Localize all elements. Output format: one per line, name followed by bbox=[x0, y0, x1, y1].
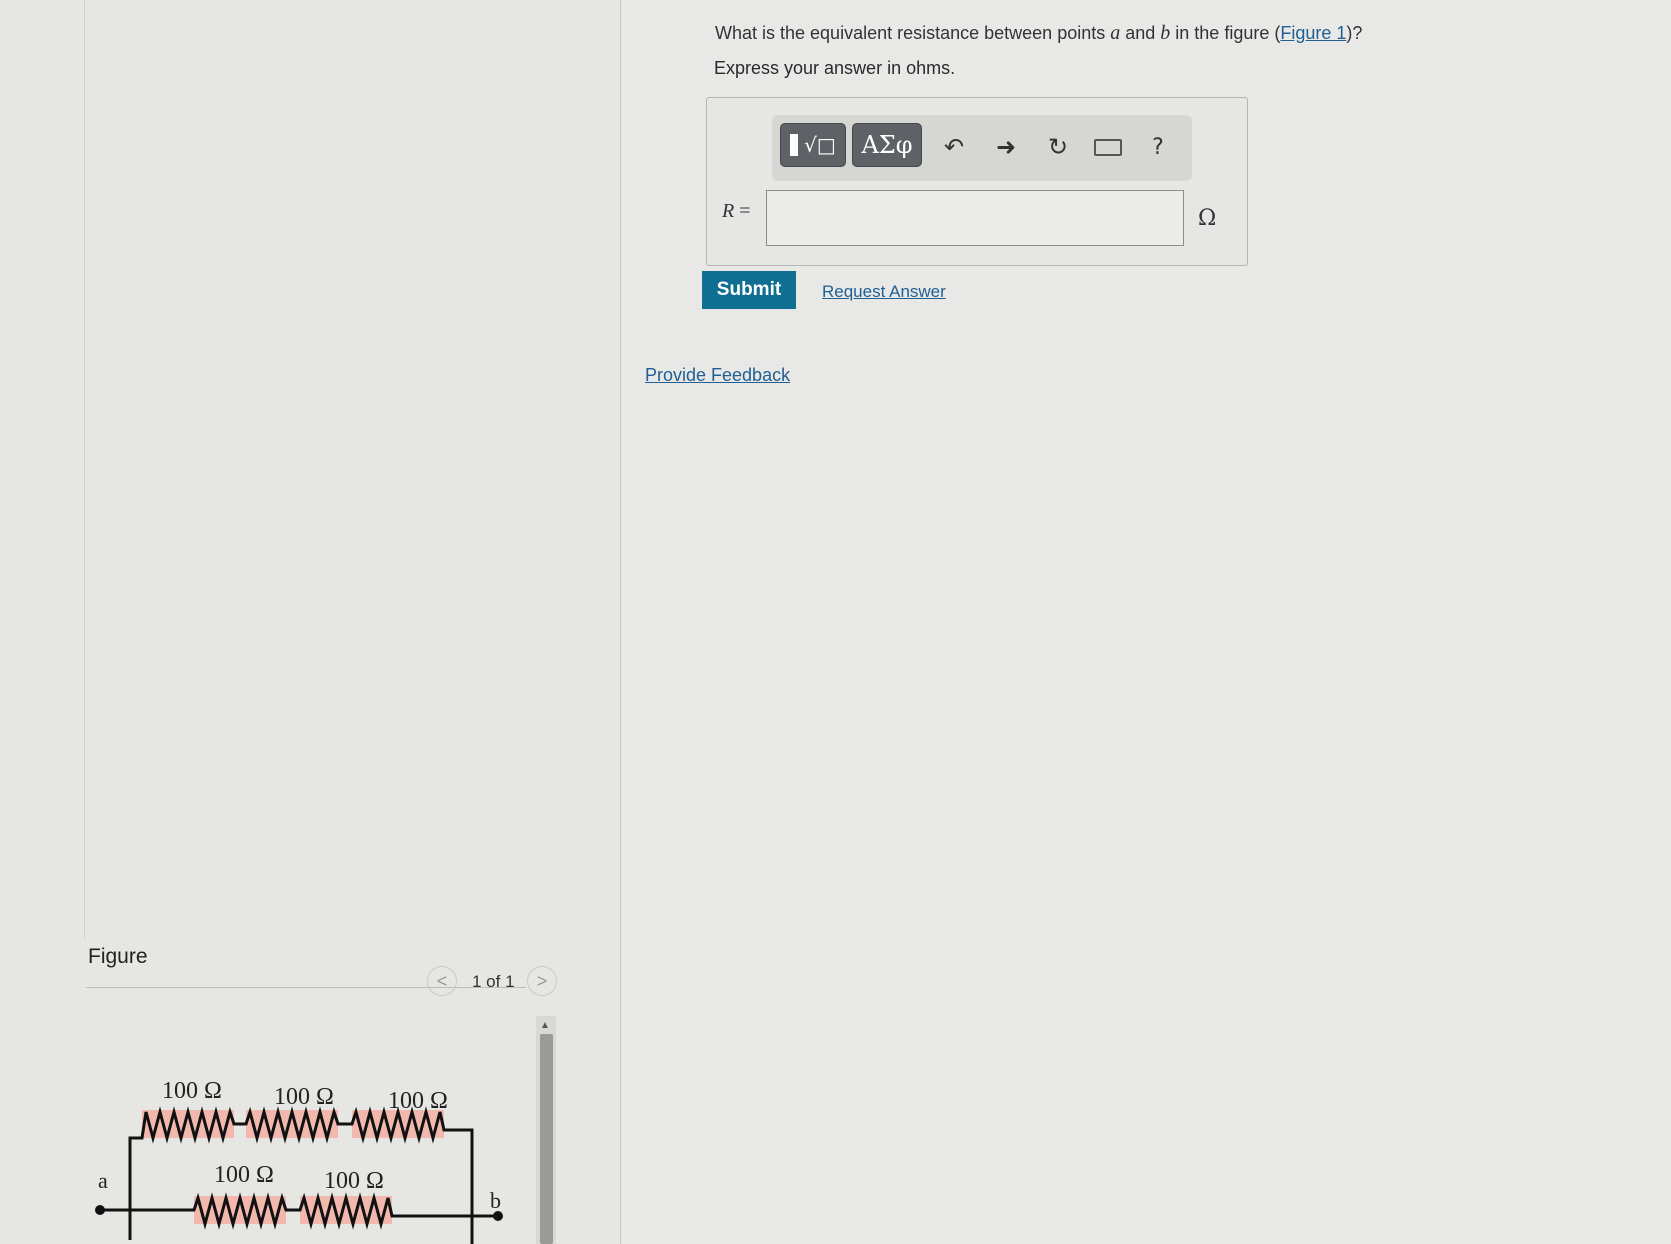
scroll-thumb[interactable] bbox=[540, 1034, 553, 1244]
figure-link[interactable]: Figure 1 bbox=[1280, 23, 1346, 43]
bottom-resistor-1-label: 100 Ω bbox=[214, 1162, 274, 1188]
node-a-label: a bbox=[98, 1168, 108, 1193]
circuit-diagram: 100 Ω 100 Ω 100 Ω 100 Ω 100 Ω a b bbox=[95, 1078, 503, 1244]
template-button[interactable]: √□ bbox=[780, 123, 846, 167]
unit-label: Ω bbox=[1198, 206, 1217, 231]
answer-label: R = bbox=[722, 200, 751, 222]
question-text: What is the equivalent resistance betwee… bbox=[715, 22, 1363, 44]
bottom-branch bbox=[100, 1192, 498, 1230]
bottom-resistor-2-label: 100 Ω bbox=[324, 1168, 384, 1194]
node-a-dot bbox=[95, 1205, 105, 1215]
help-icon[interactable]: ? bbox=[1140, 129, 1176, 165]
top-resistor-3-label: 100 Ω bbox=[388, 1088, 448, 1114]
math-toolbar: √□ ΑΣφ ↶ ➜ ↻ ? bbox=[772, 115, 1192, 181]
request-answer-link[interactable]: Request Answer bbox=[822, 282, 946, 302]
answer-input[interactable] bbox=[766, 190, 1184, 246]
undo-icon[interactable]: ↶ bbox=[936, 129, 972, 165]
cursor-block-icon bbox=[790, 134, 799, 156]
redo-icon[interactable]: ➜ bbox=[988, 129, 1024, 165]
var-a: a bbox=[1110, 22, 1121, 44]
node-b-label: b bbox=[490, 1188, 501, 1213]
prev-figure-button[interactable]: < bbox=[427, 966, 457, 996]
figure-divider bbox=[86, 987, 526, 988]
top-resistor-1-label: 100 Ω bbox=[162, 1078, 222, 1104]
top-resistor-2-label: 100 Ω bbox=[274, 1084, 334, 1110]
figure-label: Figure bbox=[88, 945, 148, 968]
provide-feedback-link[interactable]: Provide Feedback bbox=[645, 365, 790, 386]
top-branch bbox=[128, 1106, 474, 1244]
var-b: b bbox=[1160, 22, 1171, 44]
instruction-text: Express your answer in ohms. bbox=[714, 58, 956, 78]
submit-button[interactable]: Submit bbox=[702, 271, 796, 309]
scroll-up-icon[interactable]: ▲ bbox=[540, 1020, 550, 1031]
keyboard-icon[interactable] bbox=[1090, 129, 1126, 165]
greek-symbols-button[interactable]: ΑΣφ bbox=[852, 123, 922, 167]
figure-pager: 1 of 1 bbox=[472, 972, 515, 991]
next-figure-button[interactable]: > bbox=[527, 966, 557, 996]
reset-icon[interactable]: ↻ bbox=[1040, 129, 1076, 165]
panel-divider bbox=[84, 0, 85, 940]
